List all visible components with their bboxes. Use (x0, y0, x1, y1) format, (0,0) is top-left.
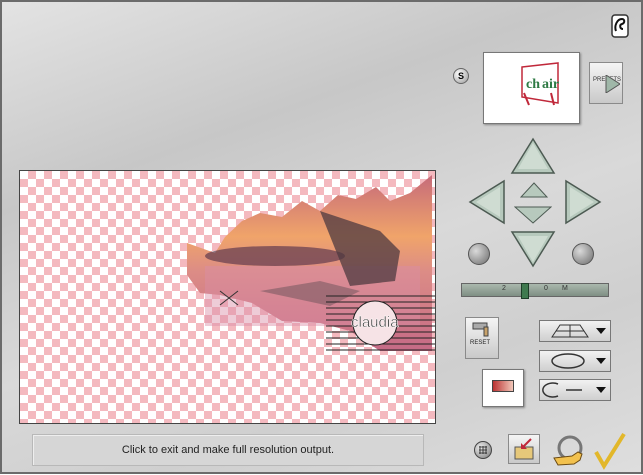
app-logo-icon (611, 14, 629, 38)
status-message: Click to exit and make full resolution o… (121, 444, 335, 456)
rotation-dropdown[interactable] (539, 350, 611, 372)
cancel-hand-icon[interactable] (550, 434, 588, 470)
zoom-in-icon[interactable] (520, 182, 548, 198)
slider-label-m: M (562, 285, 568, 292)
watermark-text: claudia (351, 314, 399, 331)
rotate-right-knob[interactable] (572, 243, 594, 265)
arrow-right-icon[interactable] (564, 179, 602, 225)
image-select-button[interactable] (482, 369, 524, 407)
grid-icon[interactable] (474, 441, 492, 459)
preview-canvas[interactable]: claudia (19, 170, 436, 424)
open-folder-button[interactable] (508, 434, 540, 464)
zoom-out-icon[interactable] (514, 206, 552, 224)
svg-text:air: air (542, 77, 559, 92)
zoom-slider[interactable]: 2 0 M (461, 283, 609, 299)
presets-button[interactable]: PRESETS (589, 62, 623, 104)
slider-label-0: 0 (544, 285, 548, 292)
slider-label-2: 2 (502, 285, 506, 292)
status-bar[interactable]: Click to exit and make full resolution o… (32, 434, 424, 466)
arrow-down-icon[interactable] (510, 230, 556, 268)
ok-checkmark-icon[interactable] (592, 430, 628, 470)
preview-image: claudia (187, 175, 435, 351)
arrow-left-icon[interactable] (468, 179, 506, 225)
rotate-left-knob[interactable] (468, 243, 490, 265)
s-button[interactable]: S (453, 68, 469, 84)
reset-label: RESET (470, 340, 491, 346)
reset-button[interactable]: RESET (465, 317, 499, 359)
flip-dropdown[interactable] (539, 379, 611, 401)
perspective-dropdown[interactable] (539, 320, 611, 342)
filter-window: S ch air PRESETS (0, 0, 643, 474)
slider-thumb[interactable] (521, 283, 529, 299)
arrow-up-icon[interactable] (510, 137, 556, 175)
preview-thumbnail[interactable]: ch air (483, 52, 580, 124)
svg-text:ch: ch (526, 77, 540, 92)
